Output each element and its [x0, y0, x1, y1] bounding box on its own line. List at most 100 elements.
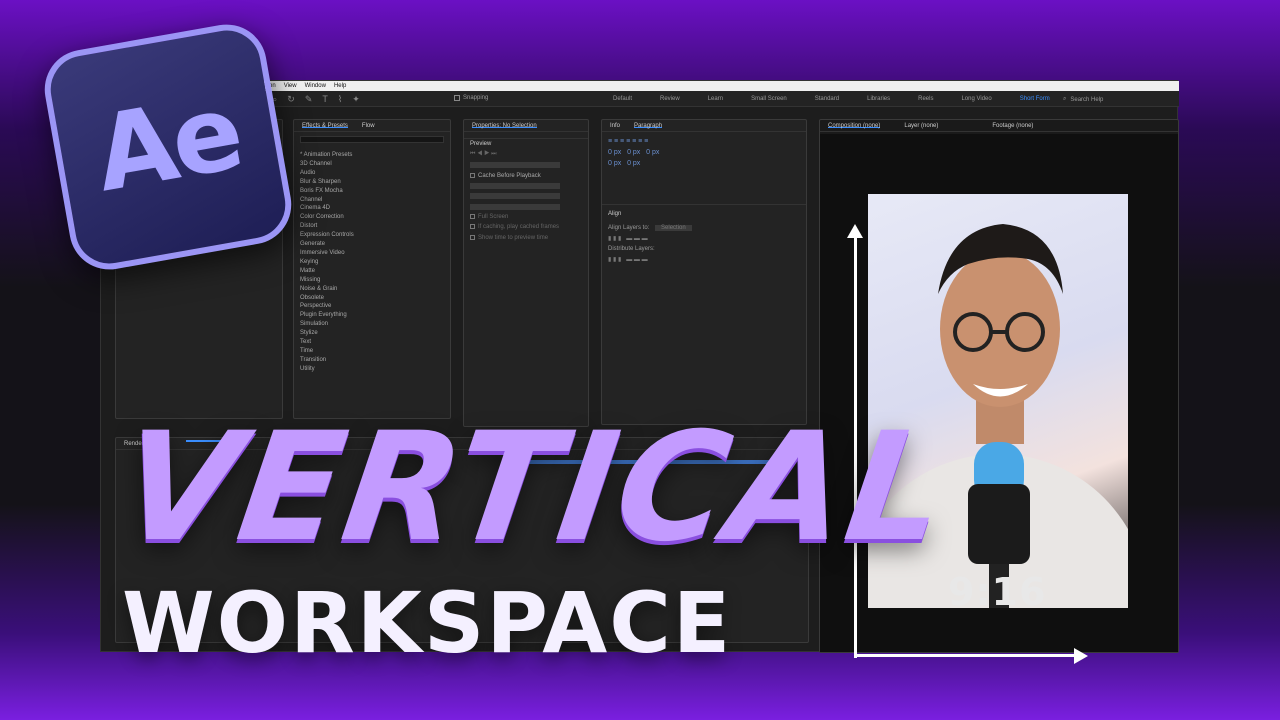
brush-tool-icon[interactable]: ⌇ [338, 94, 342, 105]
indent-left-value[interactable]: 0 px [608, 149, 621, 156]
workspace-reels[interactable]: Reels [918, 96, 933, 102]
effects-category-list: * Animation Presets 3D Channel Audio Blu… [294, 147, 450, 378]
shortcut-row [464, 160, 588, 171]
if-caching-checkbox[interactable] [470, 224, 475, 230]
play-from-row [464, 191, 588, 202]
workspace-learn[interactable]: Learn [708, 96, 723, 102]
space-after-value[interactable]: 0 px [627, 160, 640, 167]
list-item[interactable]: Simulation [300, 320, 444, 329]
search-icon: ⌕ [1063, 96, 1067, 102]
rotate-tool-icon[interactable]: ↻ [287, 94, 295, 105]
list-item[interactable]: Matte [300, 267, 444, 276]
range-row [464, 181, 588, 192]
play-from-dropdown[interactable] [470, 193, 560, 200]
headline-workspace: WORKSPACE [122, 574, 733, 672]
workspace-small-screen[interactable]: Small Screen [751, 96, 787, 102]
list-item[interactable]: Noise & Grain [300, 285, 444, 294]
horizontal-arrow-line [854, 654, 1076, 657]
if-caching-label: If caching, play cached frames [478, 224, 560, 231]
list-item[interactable]: Perspective [300, 302, 444, 311]
workspace-default[interactable]: Default [613, 96, 632, 102]
if-caching-row[interactable]: If caching, play cached frames [464, 222, 588, 232]
tab-effects-presets[interactable]: Effects & Presets [302, 123, 348, 129]
list-item[interactable]: Generate [300, 240, 444, 249]
workspace-switcher: Default Review Learn Small Screen Standa… [613, 96, 1050, 102]
align-layers-dropdown[interactable]: Selection [655, 225, 692, 231]
list-item[interactable]: 3D Channel [300, 160, 444, 169]
space-before-value[interactable]: 0 px [608, 160, 621, 167]
align-layers-label: Align Layers to: [608, 225, 650, 231]
cache-checkbox[interactable] [470, 172, 475, 178]
list-item[interactable]: Plugin Everything [300, 311, 444, 320]
list-item[interactable]: Cinema 4D [300, 204, 444, 213]
list-item[interactable]: Expression Controls [300, 231, 444, 240]
puppet-tool-icon[interactable]: ✦ [352, 94, 360, 105]
workspace-standard[interactable]: Standard [815, 96, 839, 102]
list-item[interactable]: Transition [300, 356, 444, 365]
menu-view[interactable]: View [284, 83, 297, 89]
snapping-label: Snapping [463, 95, 489, 101]
search-help[interactable]: ⌕ Search Help [1063, 96, 1103, 103]
menu-window[interactable]: Window [305, 83, 326, 89]
preview-controls[interactable]: ⏮ ◀ ▶ ⏭ [464, 149, 588, 160]
tab-layer[interactable]: Layer (none) [904, 123, 938, 129]
text-tool-icon[interactable]: T [322, 94, 328, 105]
preview-title: Preview [464, 138, 588, 149]
align-layers-row: Align Layers to: Selection [608, 225, 800, 231]
full-screen-checkbox[interactable] [470, 214, 475, 220]
pen-tool-icon[interactable]: ✎ [305, 94, 313, 105]
show-time-row[interactable]: Show time to preview time [464, 233, 588, 243]
arrow-up-icon [847, 224, 863, 238]
snapping-checkbox[interactable] [454, 95, 460, 101]
aspect-ratio-label: 9:16 [948, 570, 1047, 608]
distribute-buttons[interactable]: ▮ ▮ ▮ ▬ ▬ ▬ [608, 256, 800, 263]
align-section: Align Align Layers to: Selection ▮ ▮ ▮ ▬… [602, 204, 806, 273]
list-item[interactable]: Missing [300, 276, 444, 285]
tab-footage[interactable]: Footage (none) [992, 123, 1033, 129]
list-item[interactable]: Utility [300, 365, 444, 374]
list-item[interactable]: Audio [300, 169, 444, 178]
effects-search-input[interactable] [300, 136, 444, 143]
distribute-label: Distribute Layers: [608, 246, 655, 252]
search-help-label: Search Help [1070, 96, 1104, 103]
list-item[interactable]: Distort [300, 222, 444, 231]
show-time-checkbox[interactable] [470, 234, 475, 240]
list-item[interactable]: Text [300, 338, 444, 347]
shortcut-dropdown[interactable] [470, 162, 560, 168]
list-item[interactable]: Blur & Sharpen [300, 178, 444, 187]
cache-row[interactable]: Cache Before Playback [464, 171, 588, 181]
indent-right-value[interactable]: 0 px [627, 149, 640, 156]
cache-label: Cache Before Playback [478, 172, 541, 179]
list-item[interactable]: Boris FX Mocha [300, 187, 444, 196]
arrow-right-icon [1074, 648, 1088, 664]
list-item[interactable]: Channel [300, 196, 444, 205]
paragraph-controls[interactable]: ≡ ≡ ≡ ≡ ≡ ≡ ≡ 0 px 0 px 0 px 0 px 0 px [602, 132, 806, 173]
tab-flow[interactable]: Flow [362, 123, 375, 129]
align-buttons[interactable]: ▮ ▮ ▮ ▬ ▬ ▬ [608, 235, 800, 242]
workspace-long-video[interactable]: Long Video [961, 96, 991, 102]
workspace-short-form[interactable]: Short Form [1020, 96, 1050, 102]
menu-help[interactable]: Help [334, 83, 346, 89]
full-screen-row[interactable]: Full Screen [464, 212, 588, 222]
align-title: Align [608, 211, 622, 217]
list-item[interactable]: * Animation Presets [300, 151, 444, 160]
headline-vertical: VERTICAL [110, 401, 959, 575]
list-item[interactable]: Time [300, 347, 444, 356]
list-item[interactable]: Immersive Video [300, 249, 444, 258]
after-effects-logo: Ae [38, 18, 298, 276]
framerate-row [464, 202, 588, 213]
list-item[interactable]: Color Correction [300, 213, 444, 222]
tab-composition[interactable]: Composition (none) [828, 123, 881, 129]
tab-info[interactable]: Info [610, 123, 620, 129]
list-item[interactable]: Stylize [300, 329, 444, 338]
properties-title: Properties: No Selection [472, 123, 537, 129]
framerate-dropdown[interactable] [470, 203, 560, 210]
list-item[interactable]: Obsolete [300, 294, 444, 303]
workspace-review[interactable]: Review [660, 96, 680, 102]
range-dropdown[interactable] [470, 182, 560, 189]
indent-first-value[interactable]: 0 px [646, 149, 659, 156]
tab-paragraph[interactable]: Paragraph [634, 123, 663, 129]
list-item[interactable]: Keying [300, 258, 444, 267]
workspace-libraries[interactable]: Libraries [867, 96, 890, 102]
snapping-toggle[interactable]: Snapping [454, 95, 488, 101]
